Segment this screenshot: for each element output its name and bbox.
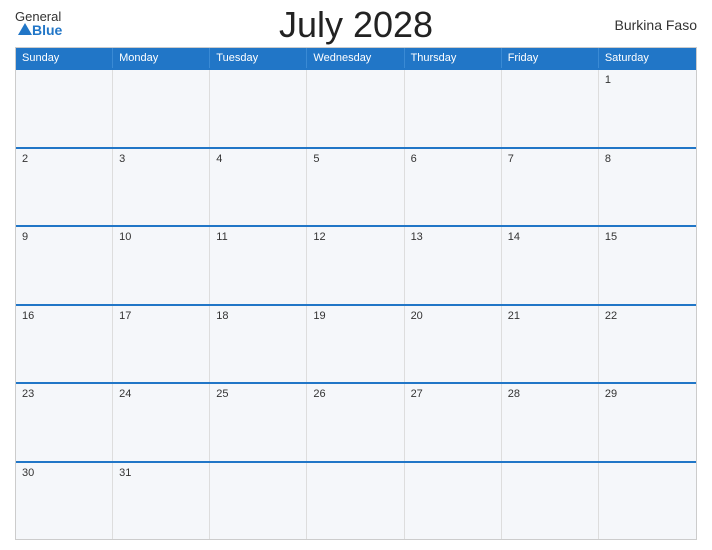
day-cell-13: 13: [405, 227, 502, 304]
day-cell-empty: [405, 70, 502, 147]
day-cell-8: 8: [599, 149, 696, 226]
logo-blue-text: Blue: [15, 23, 62, 39]
day-cell-6: 6: [405, 149, 502, 226]
day-cell-empty: [599, 463, 696, 540]
day-cell-empty: [210, 70, 307, 147]
day-cell-empty: [16, 70, 113, 147]
day-cell-28: 28: [502, 384, 599, 461]
day-header-sunday: Sunday: [16, 48, 113, 68]
logo-triangle-icon: [18, 23, 32, 35]
day-cell-4: 4: [210, 149, 307, 226]
day-cell-11: 11: [210, 227, 307, 304]
day-number: 10: [119, 231, 131, 243]
day-number: 14: [508, 231, 520, 243]
logo: General Blue: [15, 10, 62, 39]
day-number: 25: [216, 388, 228, 400]
day-number: 3: [119, 153, 125, 165]
day-header-thursday: Thursday: [405, 48, 502, 68]
country-label: Burkina Faso: [615, 17, 697, 33]
day-number: 7: [508, 153, 514, 165]
day-cell-20: 20: [405, 306, 502, 383]
day-cell-empty: [210, 463, 307, 540]
day-cell-23: 23: [16, 384, 113, 461]
week-row-0: 1: [16, 68, 696, 147]
day-header-monday: Monday: [113, 48, 210, 68]
day-number: 29: [605, 388, 617, 400]
day-cell-10: 10: [113, 227, 210, 304]
calendar-container: General Blue July 2028 Burkina Faso Sund…: [0, 0, 712, 550]
day-number: 22: [605, 310, 617, 322]
day-header-tuesday: Tuesday: [210, 48, 307, 68]
day-number: 17: [119, 310, 131, 322]
day-cell-30: 30: [16, 463, 113, 540]
day-number: 5: [313, 153, 319, 165]
week-row-4: 23 24 25 26 27 28 29: [16, 382, 696, 461]
day-number: 21: [508, 310, 520, 322]
day-header-friday: Friday: [502, 48, 599, 68]
day-cell-17: 17: [113, 306, 210, 383]
calendar-grid: SundayMondayTuesdayWednesdayThursdayFrid…: [15, 47, 697, 540]
day-cell-empty: [405, 463, 502, 540]
week-row-2: 9 10 11 12 13 14 15: [16, 225, 696, 304]
day-cell-31: 31: [113, 463, 210, 540]
day-number: 30: [22, 467, 34, 479]
day-cell-5: 5: [307, 149, 404, 226]
day-number: 15: [605, 231, 617, 243]
day-number: 8: [605, 153, 611, 165]
day-number: 26: [313, 388, 325, 400]
day-number: 12: [313, 231, 325, 243]
day-cell-14: 14: [502, 227, 599, 304]
weeks-container: 1234567891011121314151617181920212223242…: [16, 68, 696, 539]
calendar-header: General Blue July 2028 Burkina Faso: [15, 10, 697, 39]
day-cell-empty: [502, 70, 599, 147]
day-cell-24: 24: [113, 384, 210, 461]
day-cell-2: 2: [16, 149, 113, 226]
day-number: 11: [216, 231, 227, 243]
day-number: 27: [411, 388, 423, 400]
day-cell-22: 22: [599, 306, 696, 383]
day-cell-29: 29: [599, 384, 696, 461]
day-cell-empty: [113, 70, 210, 147]
week-row-5: 30 31: [16, 461, 696, 540]
day-cell-empty: [307, 463, 404, 540]
day-number: 19: [313, 310, 325, 322]
day-number: 9: [22, 231, 28, 243]
day-number: 28: [508, 388, 520, 400]
day-number: 6: [411, 153, 417, 165]
day-cell-12: 12: [307, 227, 404, 304]
day-number: 16: [22, 310, 34, 322]
day-number: 23: [22, 388, 34, 400]
day-cell-27: 27: [405, 384, 502, 461]
day-header-saturday: Saturday: [599, 48, 696, 68]
day-header-wednesday: Wednesday: [307, 48, 404, 68]
day-number: 24: [119, 388, 131, 400]
day-number: 1: [605, 74, 611, 86]
day-cell-19: 19: [307, 306, 404, 383]
calendar-title: July 2028: [279, 4, 433, 46]
day-cell-15: 15: [599, 227, 696, 304]
week-row-3: 16 17 18 19 20 21 22: [16, 304, 696, 383]
day-cell-9: 9: [16, 227, 113, 304]
day-cell-3: 3: [113, 149, 210, 226]
day-cell-7: 7: [502, 149, 599, 226]
day-cell-1: 1: [599, 70, 696, 147]
day-cell-26: 26: [307, 384, 404, 461]
day-headers-row: SundayMondayTuesdayWednesdayThursdayFrid…: [16, 48, 696, 68]
day-cell-empty: [307, 70, 404, 147]
day-number: 31: [119, 467, 131, 479]
day-number: 13: [411, 231, 423, 243]
day-cell-21: 21: [502, 306, 599, 383]
day-cell-18: 18: [210, 306, 307, 383]
day-number: 4: [216, 153, 222, 165]
day-number: 20: [411, 310, 423, 322]
day-cell-25: 25: [210, 384, 307, 461]
week-row-1: 2 3 4 5 6 7 8: [16, 147, 696, 226]
day-number: 18: [216, 310, 228, 322]
day-cell-empty: [502, 463, 599, 540]
day-cell-16: 16: [16, 306, 113, 383]
day-number: 2: [22, 153, 28, 165]
